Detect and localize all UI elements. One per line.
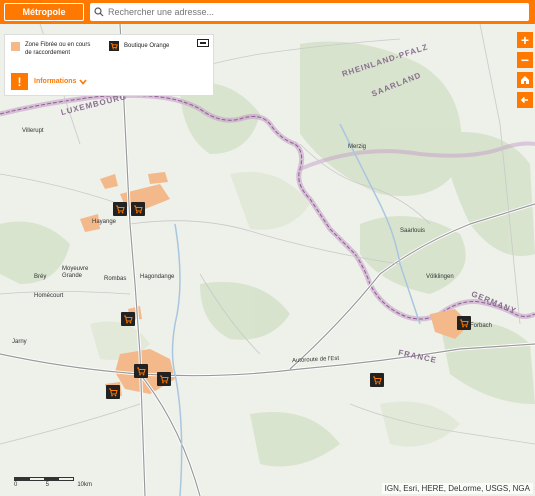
shop-marker[interactable]: [131, 202, 145, 216]
informations-toggle[interactable]: ! Informations: [11, 73, 87, 90]
top-bar: Métropole: [0, 0, 535, 24]
cart-icon: [460, 319, 469, 328]
shop-marker[interactable]: [106, 385, 120, 399]
informations-label: Informations: [34, 78, 77, 85]
warning-icon: !: [11, 73, 28, 90]
back-button[interactable]: [517, 92, 533, 108]
shop-marker[interactable]: [157, 372, 171, 386]
shop-marker[interactable]: [370, 373, 384, 387]
home-icon: [521, 76, 529, 84]
place-label: Moyeuvre Grande: [62, 266, 89, 279]
map-attribution: IGN, Esri, HERE, DeLorme, USGS, NGA: [381, 483, 533, 494]
scale-label: 5: [45, 482, 49, 488]
zoom-in-button[interactable]: +: [517, 32, 533, 48]
place-label: Hayange: [92, 219, 117, 225]
place-label: Forbach: [470, 323, 493, 329]
chevron-down-icon: [79, 78, 87, 85]
shop-marker[interactable]: [121, 312, 135, 326]
place-label: Jarny: [12, 339, 27, 345]
collapse-legend-button[interactable]: [197, 39, 209, 47]
zoom-out-button[interactable]: −: [517, 52, 533, 68]
legend-shop-item: Boutique Orange: [109, 41, 169, 57]
place-label: Villerupt: [22, 128, 44, 134]
place-label: Hagondange: [140, 274, 175, 280]
legend-fibre-item: Zone Fibrée ou en cours de raccordement: [11, 41, 95, 57]
legend-panel: Zone Fibrée ou en cours de raccordement …: [4, 34, 214, 96]
fibre-swatch: [11, 42, 20, 51]
shop-marker[interactable]: [134, 364, 148, 378]
cart-icon: [116, 205, 125, 214]
place-label: Homécourt: [34, 293, 64, 299]
place-label: Völklingen: [426, 274, 454, 280]
search-icon: [94, 7, 104, 17]
place-label: Saarlouis: [400, 228, 426, 234]
cart-icon: [160, 375, 169, 384]
place-label: Merzig: [348, 144, 367, 150]
legend-shop-label: Boutique Orange: [124, 43, 170, 49]
cart-icon: [124, 315, 133, 324]
search-bar[interactable]: [90, 3, 529, 21]
cart-icon: [373, 376, 382, 385]
cart-icon: [134, 205, 143, 214]
cart-icon: [109, 41, 119, 51]
place-label: Rombas: [104, 276, 127, 282]
metropole-button[interactable]: Métropole: [4, 3, 84, 21]
scale-label: 10km: [77, 482, 92, 488]
scale-label: 0: [14, 482, 18, 488]
search-input[interactable]: [108, 7, 525, 17]
arrow-left-icon: [520, 96, 528, 104]
home-button[interactable]: [517, 72, 533, 88]
cart-icon: [109, 388, 118, 397]
legend-fibre-label: Zone Fibrée ou en cours de raccordement: [25, 42, 91, 56]
shop-marker[interactable]: [457, 316, 471, 330]
shop-marker[interactable]: [113, 202, 127, 216]
cart-icon: [137, 367, 146, 376]
scale-bar: 0 5 10km: [14, 477, 92, 488]
place-label: Bréy: [34, 274, 47, 280]
